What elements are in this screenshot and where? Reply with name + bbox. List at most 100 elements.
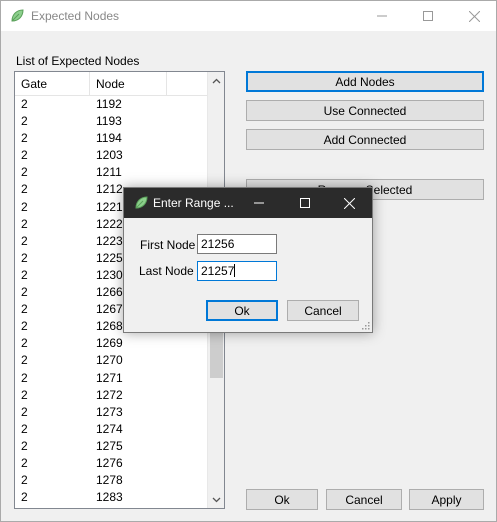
node-cell: 1221 [96,199,123,214]
chevron-up-icon [212,78,221,83]
minimize-icon [377,15,387,17]
list-item[interactable]: 2 1194 [15,130,209,147]
list-item[interactable]: 2 1273 [15,404,209,421]
dialog-title: Enter Range ... [153,196,234,210]
ok-button[interactable]: Ok [246,489,318,510]
first-node-label: First Node [140,238,196,252]
gate-cell: 2 [21,233,28,248]
dialog-maximize-button[interactable] [282,188,328,218]
list-item[interactable]: 2 1278 [15,472,209,489]
list-header: Gate Node [15,72,209,96]
node-cell: 1212 [96,182,123,197]
list-item[interactable]: 2 1275 [15,438,209,455]
node-cell: 1272 [96,387,123,402]
apply-button[interactable]: Apply [409,489,484,510]
gate-cell: 2 [21,148,28,163]
list-label: List of Expected Nodes [16,54,140,68]
list-item[interactable]: 2 1271 [15,370,209,387]
dialog-titlebar[interactable]: Enter Range ... [124,188,372,218]
maximize-icon [423,11,433,21]
node-cell: 1284 [96,506,123,508]
gate-cell: 2 [21,506,28,508]
node-cell: 1268 [96,319,123,334]
gate-cell: 2 [21,114,28,129]
scroll-up-button[interactable] [208,72,224,89]
node-cell: 1223 [96,233,123,248]
list-item[interactable]: 2 1284 [15,506,209,508]
leaf-icon [135,196,148,209]
node-cell: 1211 [96,165,122,180]
node-cell: 1283 [96,490,123,505]
gate-cell: 2 [21,404,28,419]
dialog-close-button[interactable] [326,188,372,218]
gate-cell: 2 [21,319,28,334]
gate-cell: 2 [21,182,28,197]
gate-cell: 2 [21,285,28,300]
window-title: Expected Nodes [31,9,120,23]
gate-cell: 2 [21,421,28,436]
gate-cell: 2 [21,473,28,488]
dialog-cancel-button[interactable]: Cancel [287,300,359,321]
scroll-down-button[interactable] [208,491,224,508]
add-nodes-button[interactable]: Add Nodes [246,71,484,92]
window-titlebar[interactable]: Expected Nodes [1,1,496,31]
node-cell: 1266 [96,285,123,300]
enter-range-dialog: Enter Range ... First Node 21256 Last No… [123,187,373,333]
list-item[interactable]: 2 1203 [15,147,209,164]
list-item[interactable]: 2 1272 [15,387,209,404]
node-cell: 1274 [96,421,123,436]
close-icon [468,10,480,22]
list-item[interactable]: 2 1192 [15,96,209,113]
last-node-value: 21257 [201,264,235,278]
node-cell: 1225 [96,250,123,265]
list-item[interactable]: 2 1283 [15,489,209,506]
node-cell: 1192 [96,97,122,111]
last-node-input[interactable]: 21257 [197,261,277,281]
gate-cell: 2 [21,438,28,453]
node-cell: 1278 [96,473,123,488]
maximize-button[interactable] [405,1,451,31]
add-connected-button[interactable]: Add Connected [246,129,484,150]
column-header-gate[interactable]: Gate [15,72,90,96]
first-node-value: 21256 [201,237,235,251]
dialog-minimize-button[interactable] [236,188,282,218]
gate-cell: 2 [21,216,28,231]
node-cell: 1275 [96,438,123,453]
list-item[interactable]: 2 1269 [15,335,209,352]
gate-cell: 2 [21,387,28,402]
column-header-node[interactable]: Node [90,72,167,96]
gate-cell: 2 [21,250,28,265]
gate-cell: 2 [21,131,28,146]
node-cell: 1222 [96,216,123,231]
gate-cell: 2 [21,165,28,180]
list-item[interactable]: 2 1274 [15,421,209,438]
scroll-thumb[interactable] [210,330,223,378]
list-item[interactable]: 2 1276 [15,455,209,472]
gate-cell: 2 [21,267,28,282]
minimize-icon [254,202,264,204]
node-cell: 1267 [96,302,123,317]
gate-cell: 2 [21,336,28,351]
node-cell: 1230 [96,267,123,282]
node-cell: 1276 [96,455,123,470]
gate-cell: 2 [21,455,28,470]
node-cell: 1269 [96,336,123,351]
node-cell: 1203 [96,148,123,163]
first-node-input[interactable]: 21256 [197,234,277,254]
node-cell: 1270 [96,353,123,368]
list-item[interactable]: 2 1193 [15,113,209,130]
node-cell: 1193 [96,114,122,129]
resize-grip-icon[interactable] [362,322,370,330]
use-connected-button[interactable]: Use Connected [246,100,484,121]
list-item[interactable]: 2 1211 [15,164,209,181]
close-button[interactable] [451,1,497,31]
cancel-button[interactable]: Cancel [326,489,402,510]
leaf-icon [11,9,24,22]
list-item[interactable]: 2 1270 [15,352,209,369]
gate-cell: 2 [21,97,28,111]
minimize-button[interactable] [359,1,405,31]
last-node-label: Last Node [139,264,194,278]
gate-cell: 2 [21,370,28,385]
gate-cell: 2 [21,302,28,317]
dialog-ok-button[interactable]: Ok [206,300,278,321]
